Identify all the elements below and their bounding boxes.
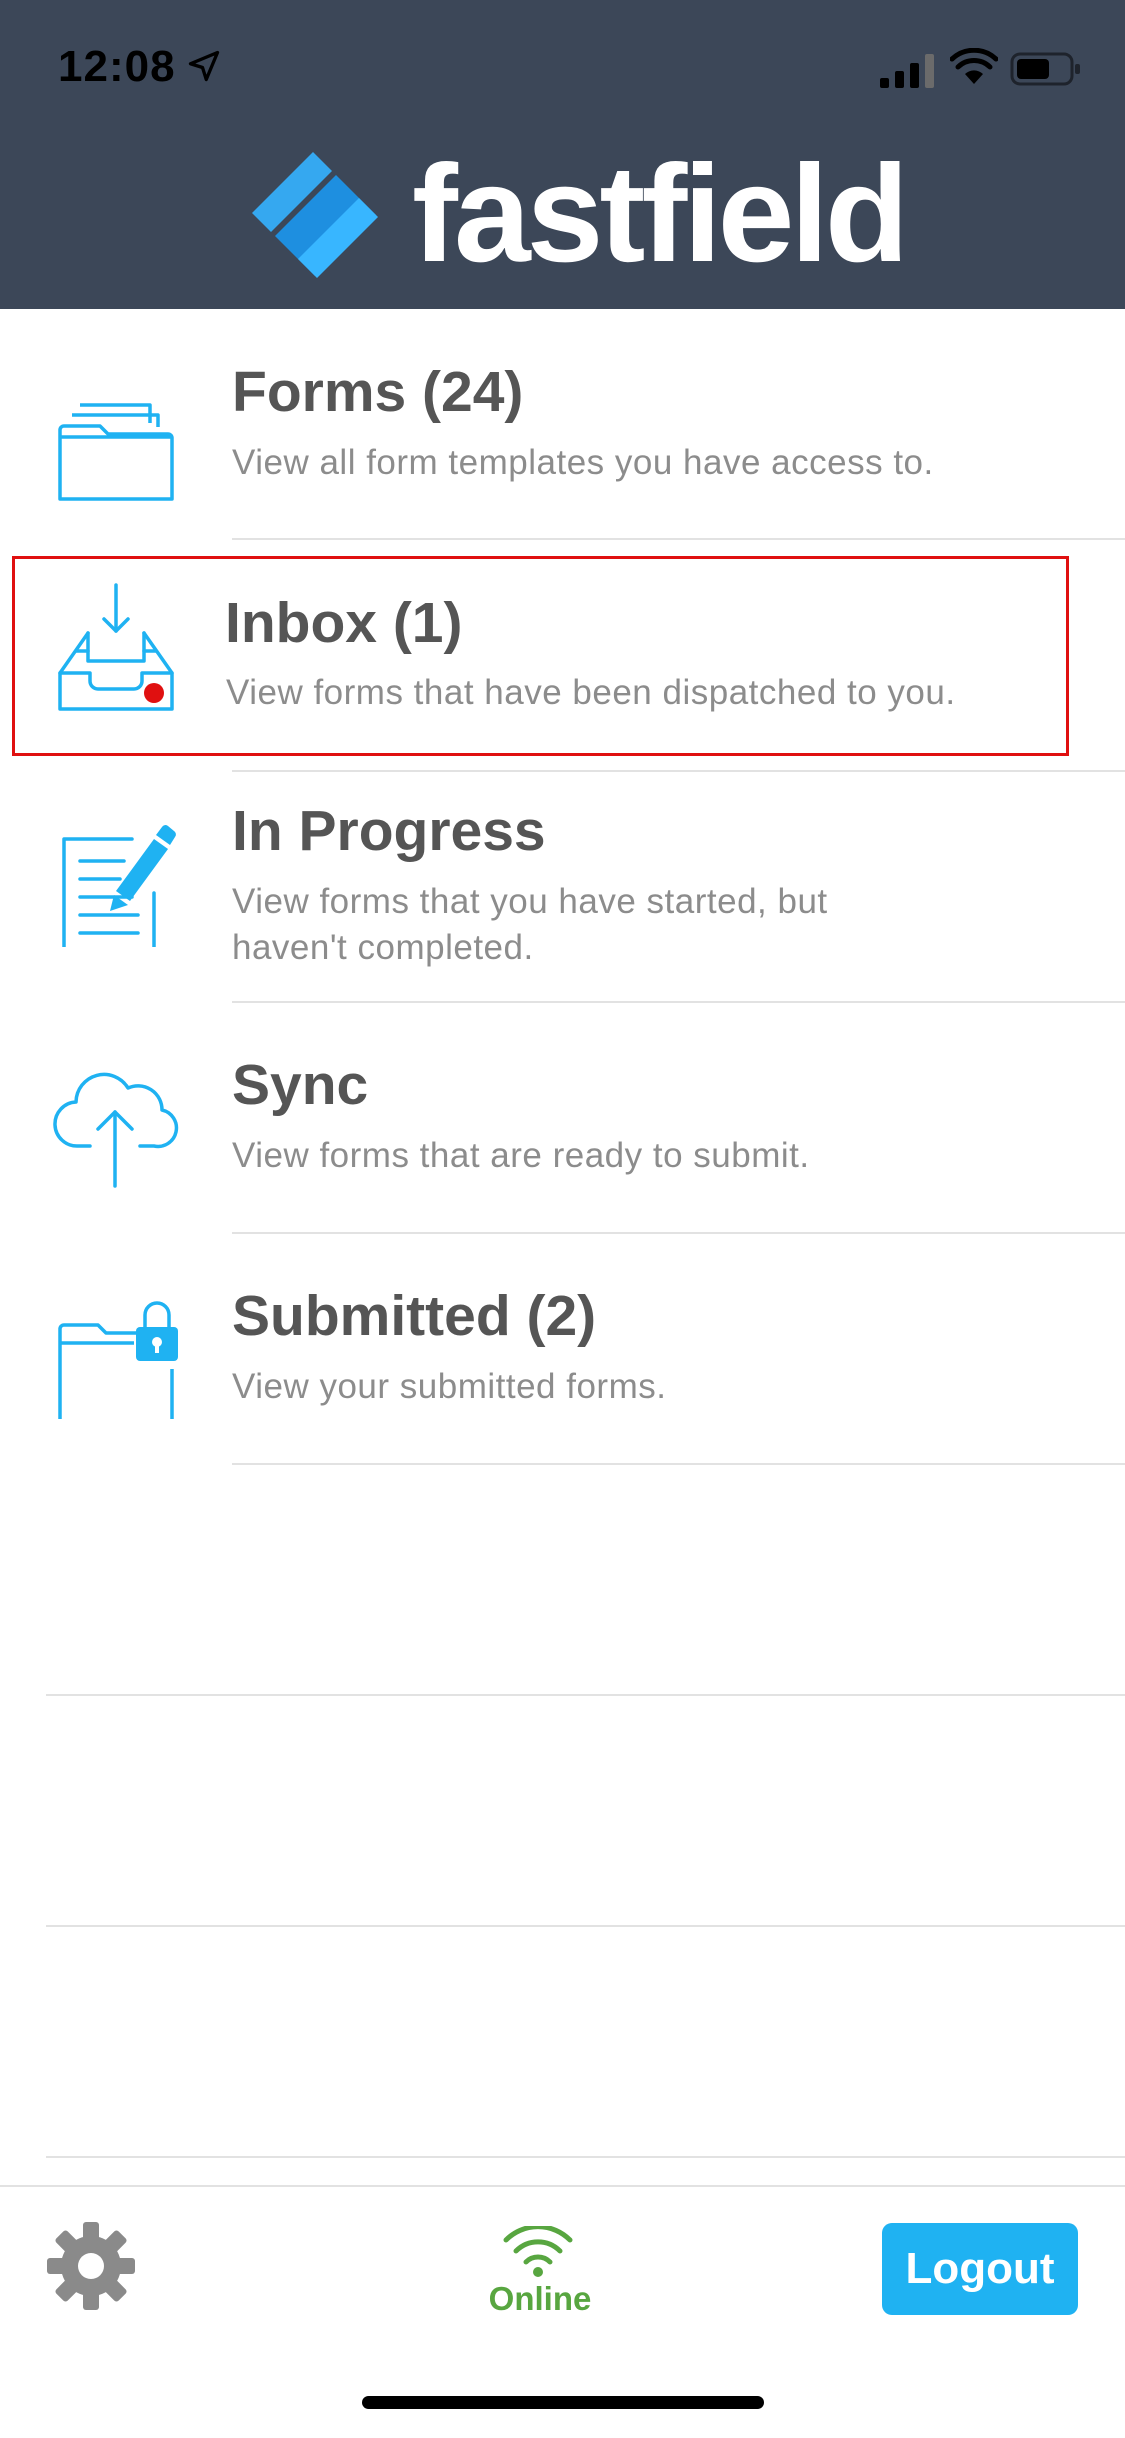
status-bar: 12:08	[0, 0, 1125, 140]
fastfield-logo-mark	[252, 152, 378, 278]
app-header: 12:08 fastfield	[0, 0, 1125, 309]
divider	[46, 2156, 1125, 2158]
menu-item-submitted[interactable]: Submitted (2) View your submitted forms.	[0, 1237, 1125, 1467]
divider	[232, 1463, 1125, 1465]
forms-folder-icon	[58, 403, 174, 501]
divider	[232, 538, 1125, 540]
submitted-locked-folder-icon	[58, 1301, 178, 1419]
sync-cloud-upload-icon	[53, 1072, 179, 1188]
divider	[46, 1925, 1125, 1927]
divider	[232, 1001, 1125, 1003]
status-time: 12:08	[58, 42, 176, 91]
menu-item-in-progress[interactable]: In Progress View forms that you have sta…	[0, 775, 1125, 1005]
menu-item-description: View forms that are ready to submit.	[232, 1136, 810, 1175]
menu-item-title: In Progress	[232, 799, 546, 863]
online-status-label: Online	[488, 2280, 592, 2317]
selection-highlight	[12, 556, 1069, 756]
menu-item-title: Submitted (2)	[232, 1284, 597, 1348]
menu-item-description: View all form templates you have access …	[232, 443, 934, 482]
divider	[232, 770, 1125, 772]
brand-name: fastfield	[412, 137, 909, 291]
in-progress-document-icon	[62, 825, 176, 947]
divider	[232, 1232, 1125, 1234]
menu-item-forms[interactable]: Forms (24) View all form templates you h…	[0, 309, 1125, 539]
menu-item-title: Forms (24)	[232, 360, 524, 424]
battery-icon	[1010, 52, 1080, 86]
menu-item-sync[interactable]: Sync View forms that are ready to submit…	[0, 1006, 1125, 1236]
online-wifi-icon	[503, 2226, 573, 2277]
gear-icon[interactable]	[45, 2220, 137, 2312]
menu-item-description: View your submitted forms.	[232, 1367, 667, 1406]
logout-button[interactable]: Logout	[882, 2223, 1078, 2315]
cellular-signal-icon	[880, 54, 934, 88]
divider	[46, 1694, 1125, 1696]
wifi-icon	[950, 48, 998, 84]
menu-item-title: Sync	[232, 1053, 369, 1117]
home-indicator[interactable]	[362, 2396, 764, 2409]
menu-item-description: View forms that you have started, but ha…	[232, 882, 828, 967]
location-arrow-icon	[188, 50, 220, 82]
brand-logo: fastfield	[250, 144, 909, 285]
